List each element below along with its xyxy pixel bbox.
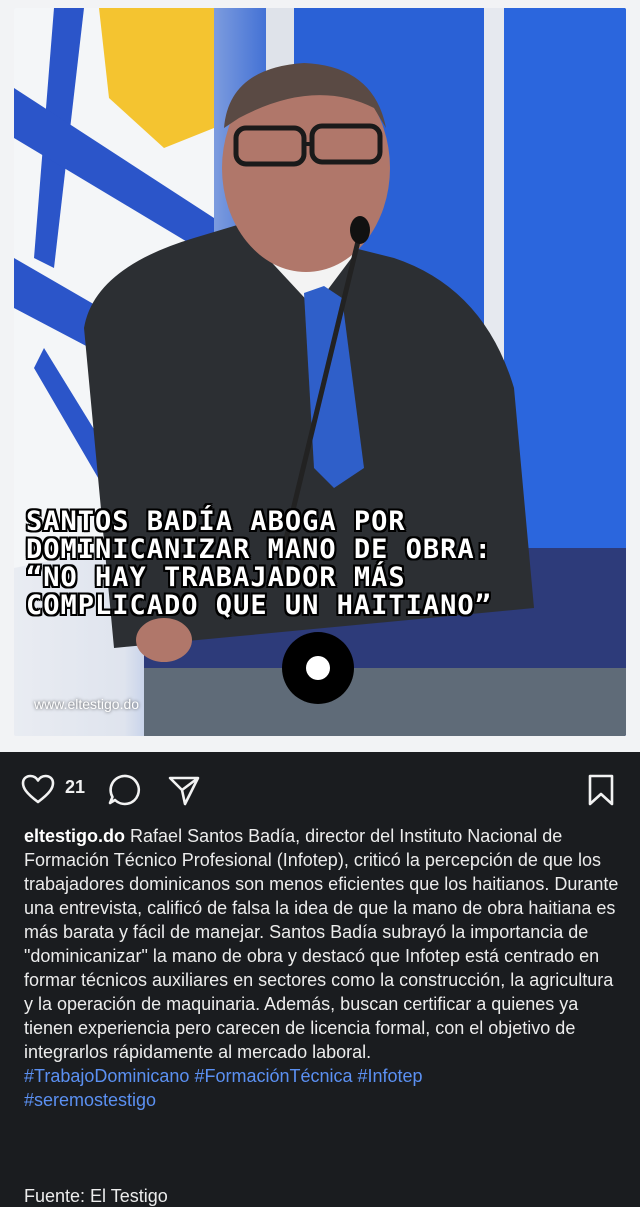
post-caption: eltestigo.do Rafael Santos Badía, direct… [24, 824, 624, 1112]
post-media-frame: SANTOS BADÍA ABOGA POR DOMINICANIZAR MAN… [0, 0, 640, 752]
headline-line: DOMINICANIZAR MANO DE OBRA: [26, 534, 492, 565]
speaker-photo [14, 8, 626, 736]
post-headline: SANTOS BADÍA ABOGA POR DOMINICANIZAR MAN… [26, 508, 626, 620]
comment-icon[interactable] [106, 772, 142, 808]
hashtag[interactable]: #TrabajoDominicano [24, 1066, 189, 1086]
caption-text: Rafael Santos Badía, director del Instit… [24, 826, 619, 1062]
action-bar: 21 [0, 760, 640, 816]
hashtag[interactable]: #FormaciónTécnica [194, 1066, 352, 1086]
bookmark-icon[interactable] [584, 772, 618, 808]
caption-source: Fuente: El Testigo [24, 1186, 168, 1206]
headline-line: “NO HAY TRABAJADOR MÁS [26, 562, 406, 593]
headline-line: COMPLICADO QUE UN HAITIANO” [26, 590, 492, 621]
hashtag[interactable]: #seremostestigo [24, 1090, 156, 1110]
caption-username[interactable]: eltestigo.do [24, 826, 125, 846]
hashtag[interactable]: #Infotep [358, 1066, 423, 1086]
watermark: www.eltestigo.do [34, 696, 140, 712]
like-count[interactable]: 21 [65, 777, 85, 798]
play-indicator-icon [306, 656, 330, 680]
post-image[interactable]: SANTOS BADÍA ABOGA POR DOMINICANIZAR MAN… [14, 8, 626, 736]
share-icon[interactable] [166, 772, 202, 808]
headline-line: SANTOS BADÍA ABOGA POR [26, 506, 406, 537]
play-button[interactable] [282, 632, 354, 704]
heart-icon[interactable] [20, 772, 56, 806]
